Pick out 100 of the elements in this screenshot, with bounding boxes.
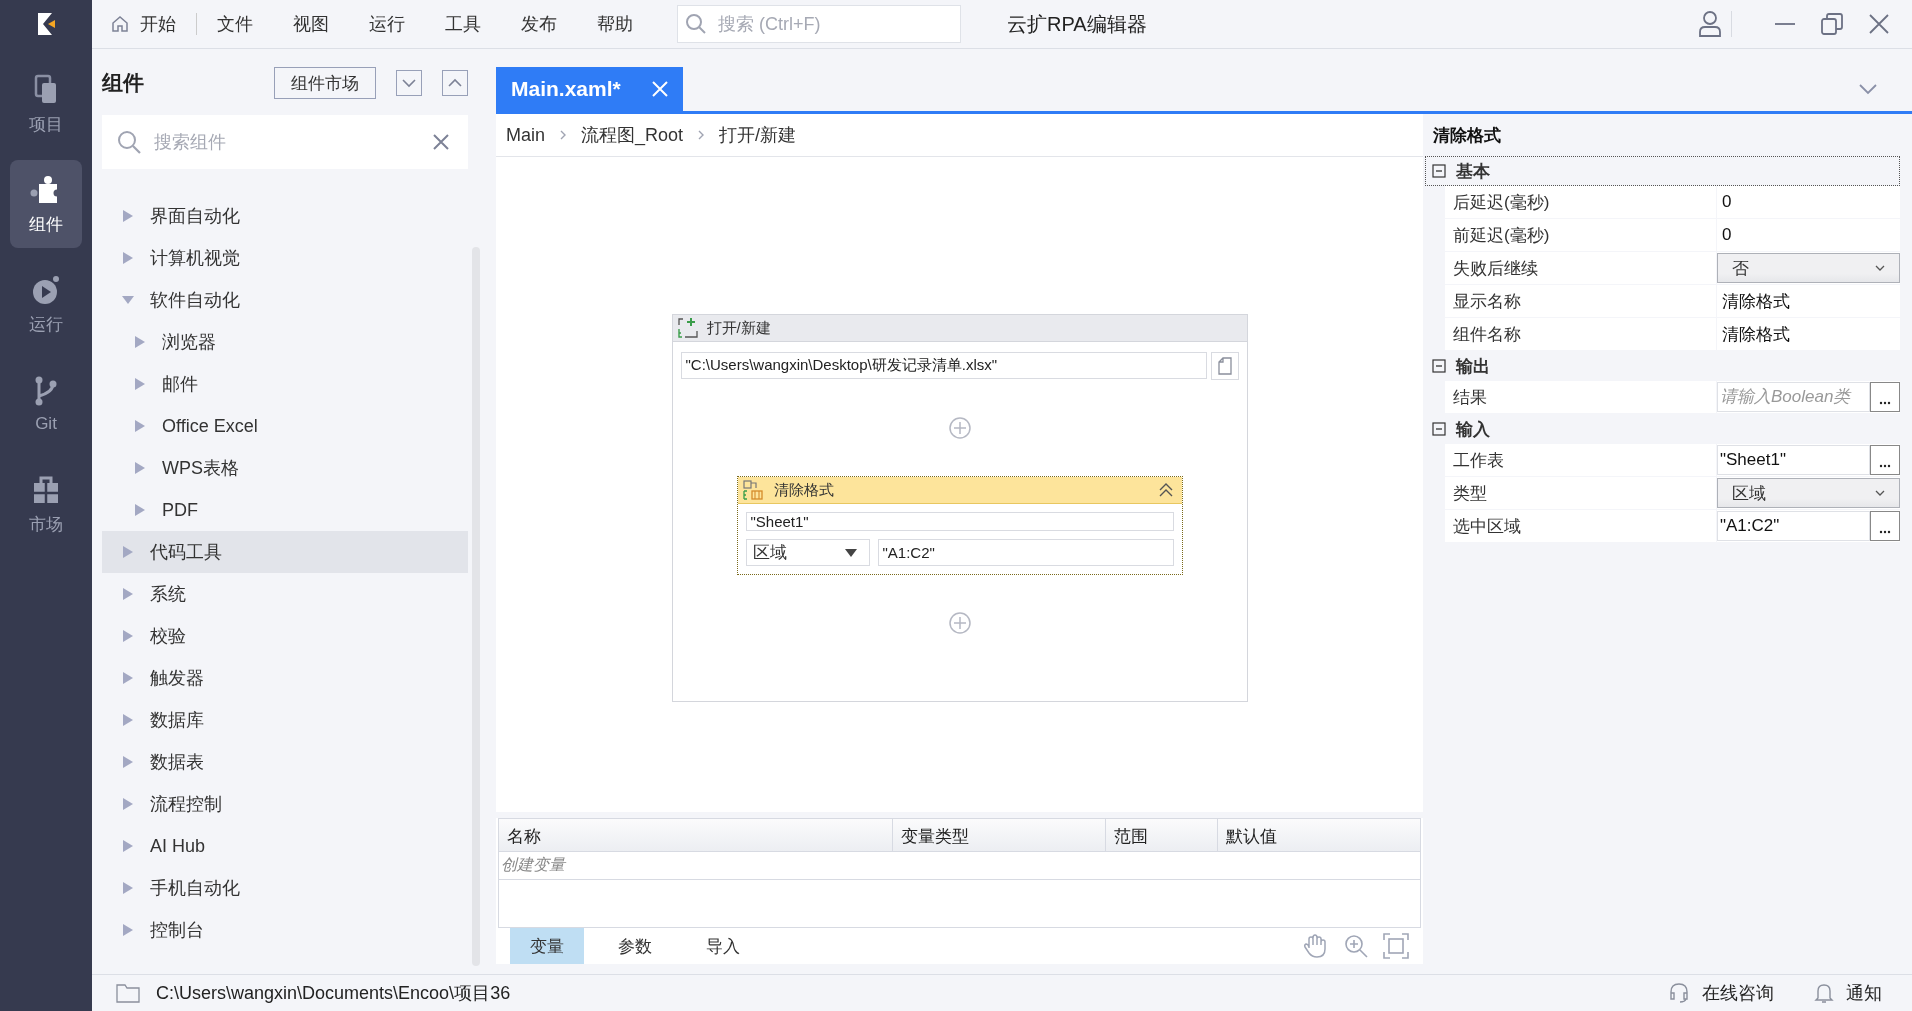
breadcrumb-link[interactable]: 流程图_Root: [581, 123, 684, 147]
property-label: 类型: [1445, 477, 1717, 509]
caret-right-icon: [122, 545, 134, 559]
add-icon[interactable]: [947, 611, 972, 635]
collapse-all-button[interactable]: [442, 70, 468, 96]
breadcrumb-link[interactable]: 打开/新建: [719, 123, 797, 147]
breadcrumb-link[interactable]: Main: [506, 124, 545, 146]
tree-item[interactable]: 数据库: [102, 699, 468, 741]
caret-right-icon: [122, 839, 134, 853]
caret-right-icon: [134, 377, 146, 391]
add-icon[interactable]: [947, 416, 972, 440]
tree-item[interactable]: 邮件: [102, 363, 468, 405]
tree-item[interactable]: 校验: [102, 615, 468, 657]
range-field[interactable]: "A1:C2": [877, 539, 1174, 566]
restore-icon[interactable]: [1820, 12, 1844, 36]
tree-item[interactable]: 控制台: [102, 909, 468, 951]
chevron-down-icon: [1875, 490, 1885, 496]
menu-item[interactable]: 发布: [501, 12, 577, 36]
menu-item[interactable]: 视图: [273, 12, 349, 36]
collapse-icon[interactable]: [1157, 483, 1174, 497]
menu-item[interactable]: 运行: [349, 12, 425, 36]
search-icon: [685, 13, 707, 35]
menu-item[interactable]: 帮助: [577, 12, 653, 36]
chevron-right-icon: [559, 129, 567, 141]
activity-card[interactable]: 清除格式 "Sheet1" 区域 "A1:C2": [736, 476, 1183, 575]
section-header[interactable]: 输出: [1425, 351, 1900, 381]
menu-item[interactable]: 开始: [110, 12, 196, 36]
minus-box-icon: [1432, 359, 1446, 373]
create-variable-row[interactable]: 创建变量: [499, 852, 1420, 880]
panel-tab[interactable]: 变量: [510, 928, 584, 964]
property-field[interactable]: "A1:C2": [1717, 511, 1870, 541]
notification-link[interactable]: 通知: [1814, 981, 1882, 1005]
component-market-button[interactable]: 组件市场: [274, 67, 376, 99]
section-header[interactable]: 输入: [1425, 414, 1900, 444]
tree-item[interactable]: PDF: [102, 489, 468, 531]
panel-tab[interactable]: 导入: [686, 928, 760, 964]
nav-item[interactable]: 组件: [10, 160, 82, 248]
panel-tab[interactable]: 参数: [598, 928, 672, 964]
tree-item[interactable]: 系统: [102, 573, 468, 615]
tree-item[interactable]: 代码工具: [102, 531, 468, 573]
more-button[interactable]: [1870, 511, 1900, 541]
browse-button[interactable]: [1210, 352, 1239, 380]
hand-icon[interactable]: [1301, 932, 1329, 960]
property-value[interactable]: 0: [1717, 192, 1732, 212]
tree-item[interactable]: 数据表: [102, 741, 468, 783]
property-value[interactable]: 0: [1717, 225, 1732, 245]
caret-right-icon: [134, 419, 146, 433]
more-button[interactable]: [1870, 445, 1900, 475]
more-button[interactable]: [1870, 382, 1900, 412]
caret-right-icon: [134, 461, 146, 475]
column-header: 范围: [1106, 819, 1218, 851]
nav-item[interactable]: 市场: [10, 460, 82, 548]
caret-down-icon: [844, 548, 857, 557]
tree-item[interactable]: 软件自动化: [102, 279, 468, 321]
home-icon: [110, 14, 130, 34]
zoom-in-icon[interactable]: [1343, 933, 1369, 959]
close-icon[interactable]: [1868, 13, 1890, 35]
clear-format-icon: [741, 479, 764, 501]
type-dropdown[interactable]: 区域: [745, 539, 870, 566]
tree-item[interactable]: 计算机视觉: [102, 237, 468, 279]
tree-item[interactable]: 界面自动化: [102, 195, 468, 237]
file-path-field[interactable]: "C:\Users\wangxin\Desktop\研发记录清单.xlsx": [680, 352, 1207, 379]
activity-title: 打开/新建: [706, 318, 771, 338]
tree-item[interactable]: WPS表格: [102, 447, 468, 489]
caret-right-icon: [122, 881, 134, 895]
menu-item[interactable]: 文件: [197, 12, 273, 36]
minus-box-icon: [1432, 164, 1446, 178]
tree-item[interactable]: AI Hub: [102, 825, 468, 867]
excel-add-icon: [676, 317, 699, 339]
expand-all-button[interactable]: [396, 70, 422, 96]
nav-item[interactable]: 项目: [10, 60, 82, 148]
nav-item[interactable]: 运行: [10, 260, 82, 348]
property-label: 结果: [1445, 381, 1717, 413]
search-field[interactable]: 搜索 (Ctrl+F): [677, 5, 961, 43]
property-field[interactable]: "Sheet1": [1717, 445, 1870, 475]
search-field[interactable]: 搜索组件: [102, 115, 468, 169]
document-tab[interactable]: Main.xaml*: [496, 67, 683, 111]
tree-item[interactable]: 触发器: [102, 657, 468, 699]
caret-right-icon: [122, 797, 134, 811]
chevron-right-icon: [697, 129, 706, 141]
property-dropdown[interactable]: 否: [1717, 253, 1900, 283]
tree-item[interactable]: 流程控制: [102, 783, 468, 825]
menu-item[interactable]: 工具: [425, 12, 501, 36]
chevron-down-icon[interactable]: [1858, 83, 1878, 95]
fit-screen-icon[interactable]: [1383, 933, 1409, 959]
caret-right-icon: [122, 923, 134, 937]
sheet-field[interactable]: "Sheet1": [745, 512, 1174, 531]
ellipsis-icon: [1879, 401, 1891, 405]
tree-item[interactable]: 浏览器: [102, 321, 468, 363]
tree-item[interactable]: 手机自动化: [102, 867, 468, 909]
activity-card[interactable]: 打开/新建 "C:\Users\wangxin\Desktop\研发记录清单.xlsx" 清除格式 "Sheet1" 区域 "A1:C2": [671, 314, 1248, 702]
caret-right-icon: [134, 503, 146, 517]
property-dropdown[interactable]: 区域: [1717, 478, 1900, 508]
user-icon[interactable]: [1697, 10, 1723, 38]
consult-link[interactable]: 在线咨询: [1668, 981, 1774, 1005]
property-field[interactable]: 请输入Boolean类: [1717, 382, 1870, 412]
panel-title: 组件: [102, 70, 144, 96]
nav-item[interactable]: Git: [10, 360, 82, 448]
clear-icon[interactable]: [432, 133, 450, 151]
tree-item[interactable]: Office Excel: [102, 405, 468, 447]
